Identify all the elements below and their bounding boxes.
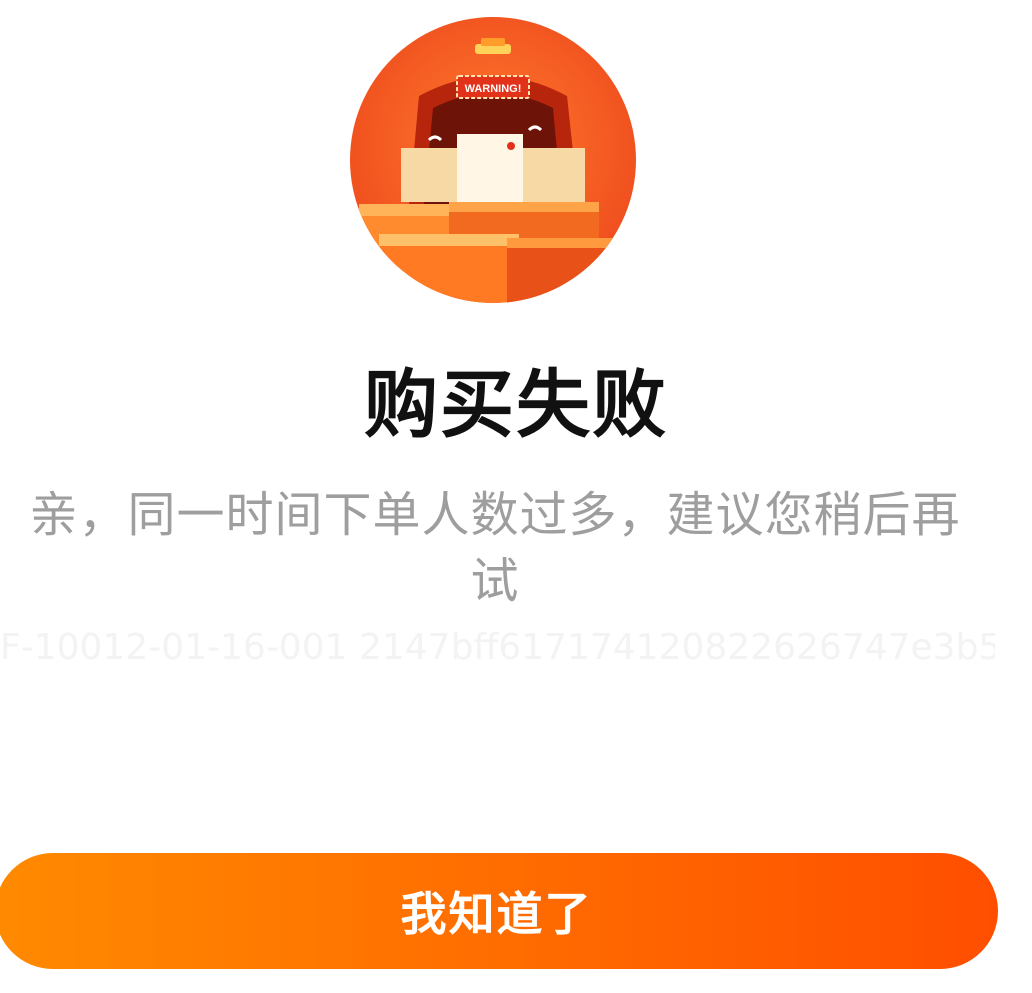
trace-id: F-10012-01-16-001 2147bff617174120822626… [0, 627, 995, 668]
warning-sign: WARNING! [456, 75, 530, 99]
warning-badge-text: WARNING! [465, 83, 522, 95]
page-title: 购买失败 [364, 362, 668, 448]
error-message: 亲，同一时间下单人数过多，建议您稍后再试 [29, 487, 961, 609]
confirm-button[interactable]: 我知道了 [0, 853, 998, 969]
confirm-button-label: 我知道了 [400, 887, 593, 941]
warning-boxes-illustration: WARNING! [350, 17, 636, 303]
